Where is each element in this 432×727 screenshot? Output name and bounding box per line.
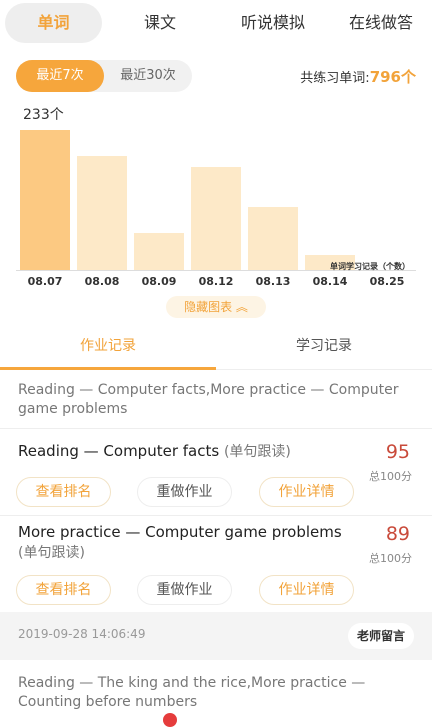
tab-texts[interactable]: 课文 bbox=[125, 3, 195, 43]
tab-words[interactable]: 单词 bbox=[5, 3, 102, 43]
chart-x-tick: 08.07 bbox=[27, 275, 63, 288]
chart-x-tick: 08.08 bbox=[84, 275, 120, 288]
teacher-message-button[interactable]: 老师留言 bbox=[347, 623, 414, 649]
active-tab-indicator bbox=[0, 367, 216, 370]
top-tab-bar: 单词 课文 听说模拟 在线做答 bbox=[0, 0, 432, 48]
chip-recent-7[interactable]: 最近7次 bbox=[16, 60, 104, 92]
chart-x-tick: 08.25 bbox=[369, 275, 405, 288]
chart-bar bbox=[20, 130, 70, 270]
chart-note: 单词学习记录（个数） bbox=[330, 262, 410, 271]
homework-details-button[interactable]: 作业详情 bbox=[259, 477, 354, 507]
chart-bar bbox=[77, 156, 127, 270]
chart-x-tick: 08.09 bbox=[141, 275, 177, 288]
total-value: 796个 bbox=[369, 68, 416, 86]
total-label: 共练习单词: bbox=[300, 71, 370, 86]
tab-homework-records[interactable]: 作业记录 bbox=[0, 326, 216, 370]
chart-peak-label: 233个 bbox=[23, 107, 64, 123]
divider bbox=[0, 515, 432, 516]
record-title: More practice — Computer game problems (… bbox=[18, 522, 348, 563]
chart-x-tick: 08.13 bbox=[255, 275, 291, 288]
chart-bar bbox=[134, 233, 184, 270]
period-selector: 最近7次 最近30次 bbox=[16, 60, 192, 92]
view-ranking-button[interactable]: 查看排名 bbox=[16, 477, 111, 507]
hide-chart-button[interactable]: 隐藏图表 ︽ bbox=[166, 296, 266, 318]
record-mode: (单句跟读) bbox=[223, 444, 291, 460]
chart-bar bbox=[191, 167, 241, 270]
record-date: 2019-09-28 14:06:49 bbox=[18, 627, 146, 641]
record-score-total: 总100分 bbox=[369, 552, 412, 565]
chart-bar bbox=[248, 207, 298, 270]
record-title-text: More practice — Computer game problems bbox=[18, 523, 342, 541]
record-mode: (单句跟读) bbox=[18, 545, 85, 561]
date-strip: 2019-09-28 14:06:49 老师留言 bbox=[0, 612, 432, 660]
chip-recent-30[interactable]: 最近30次 bbox=[104, 60, 192, 92]
record-title: Reading — Computer facts (单句跟读) bbox=[18, 441, 348, 462]
redo-homework-button[interactable]: 重做作业 bbox=[137, 477, 232, 507]
divider bbox=[0, 428, 432, 429]
tab-online-answer[interactable]: 在线做答 bbox=[338, 3, 424, 43]
chart-x-tick: 08.12 bbox=[198, 275, 234, 288]
record-tabs: 作业记录 学习记录 bbox=[0, 326, 432, 370]
tab-study-records[interactable]: 学习记录 bbox=[216, 326, 432, 370]
tab-listening-speaking[interactable]: 听说模拟 bbox=[225, 3, 321, 43]
homework-summary: Reading — Computer facts,More practice —… bbox=[18, 382, 399, 417]
record-score-total: 总100分 bbox=[369, 470, 412, 483]
homework-summary: Reading — The king and the rice,More pra… bbox=[18, 675, 366, 710]
view-ranking-button[interactable]: 查看排名 bbox=[16, 575, 111, 605]
record-score: 95 bbox=[385, 441, 410, 463]
homework-details-button[interactable]: 作业详情 bbox=[259, 575, 354, 605]
redo-homework-button[interactable]: 重做作业 bbox=[137, 575, 232, 605]
record-title-text: Reading — Computer facts bbox=[18, 442, 220, 460]
chart-x-tick: 08.14 bbox=[312, 275, 348, 288]
record-score: 89 bbox=[385, 523, 410, 545]
notification-dot bbox=[163, 713, 177, 727]
total-words: 共练习单词:796个 bbox=[300, 66, 416, 87]
